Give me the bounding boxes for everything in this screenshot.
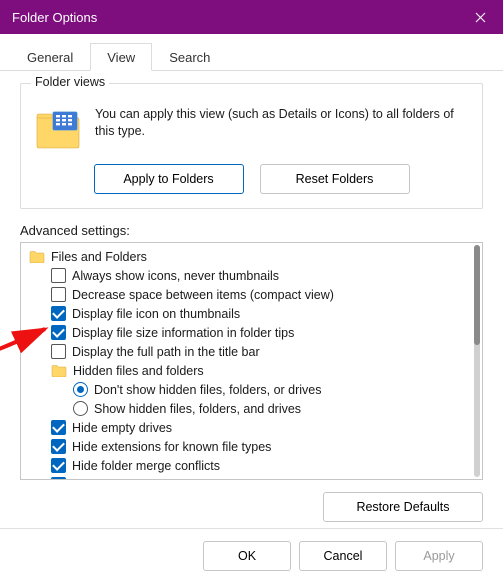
tab-strip: General View Search [0, 42, 503, 71]
hidden-files-node: Hidden files and folders [23, 361, 480, 380]
checkbox-icon [51, 344, 66, 359]
setting-display-file-icon[interactable]: Display file icon on thumbnails [23, 304, 480, 323]
setting-label: Hide extensions for known file types [72, 440, 271, 454]
close-icon [475, 12, 486, 23]
hidden-files-label: Hidden files and folders [73, 364, 204, 378]
tab-general[interactable]: General [10, 43, 90, 71]
setting-label: Hide folder merge conflicts [72, 459, 220, 473]
folder-views-group: Folder views You can apply this view (su… [20, 83, 483, 209]
setting-hide-empty-drives[interactable]: Hide empty drives [23, 418, 480, 437]
checkbox-checked-icon [51, 477, 66, 480]
setting-decrease-space[interactable]: Decrease space between items (compact vi… [23, 285, 480, 304]
setting-label: Display file icon on thumbnails [72, 307, 240, 321]
radio-selected-icon [73, 382, 88, 397]
tab-view[interactable]: View [90, 43, 152, 71]
checkbox-checked-icon [51, 306, 66, 321]
checkbox-icon [51, 268, 66, 283]
dialog-footer: OK Cancel Apply [0, 528, 503, 587]
close-button[interactable] [457, 0, 503, 34]
advanced-settings-label: Advanced settings: [20, 223, 483, 238]
window-title: Folder Options [12, 10, 97, 25]
setting-label: Hide empty drives [72, 421, 172, 435]
folder-views-buttons: Apply to Folders Reset Folders [33, 164, 470, 194]
folder-icon [51, 364, 67, 377]
folder-details-icon [33, 106, 83, 150]
titlebar: Folder Options [0, 0, 503, 34]
scrollbar-thumb[interactable] [474, 245, 480, 345]
setting-hide-folder-merge[interactable]: Hide folder merge conflicts [23, 456, 480, 475]
radio-icon [73, 401, 88, 416]
ok-button[interactable]: OK [203, 541, 291, 571]
setting-label: Show hidden files, folders, and drives [94, 402, 301, 416]
checkbox-checked-icon [51, 458, 66, 473]
reset-folders-button[interactable]: Reset Folders [260, 164, 410, 194]
checkbox-checked-icon [51, 420, 66, 435]
advanced-settings-tree[interactable]: Files and Folders Always show icons, nev… [20, 242, 483, 480]
apply-to-folders-button[interactable]: Apply to Folders [94, 164, 244, 194]
restore-defaults-row: Restore Defaults [20, 492, 483, 522]
apply-button[interactable]: Apply [395, 541, 483, 571]
dialog-body: Folder views You can apply this view (su… [0, 71, 503, 528]
tree-scrollbar[interactable] [474, 245, 480, 477]
files-and-folders-node: Files and Folders [23, 247, 480, 266]
setting-label: Display file size information in folder … [72, 326, 294, 340]
setting-full-path-title-bar[interactable]: Display the full path in the title bar [23, 342, 480, 361]
setting-display-file-size[interactable]: Display file size information in folder … [23, 323, 480, 342]
folder-views-row: You can apply this view (such as Details… [33, 106, 470, 150]
folder-views-text: You can apply this view (such as Details… [95, 106, 470, 150]
checkbox-checked-icon [51, 325, 66, 340]
checkbox-checked-icon [51, 439, 66, 454]
setting-label: Don't show hidden files, folders, or dri… [94, 383, 322, 397]
setting-always-show-icons[interactable]: Always show icons, never thumbnails [23, 266, 480, 285]
radio-show-hidden[interactable]: Show hidden files, folders, and drives [23, 399, 480, 418]
cancel-button[interactable]: Cancel [299, 541, 387, 571]
setting-label: Decrease space between items (compact vi… [72, 288, 334, 302]
files-and-folders-label: Files and Folders [51, 250, 147, 264]
radio-dont-show-hidden[interactable]: Don't show hidden files, folders, or dri… [23, 380, 480, 399]
folder-icon [29, 250, 45, 263]
setting-label: Display the full path in the title bar [72, 345, 260, 359]
setting-label: Hide protected operating system files (R… [72, 478, 374, 481]
folder-views-label: Folder views [31, 75, 109, 89]
folder-options-dialog: Folder Options General View Search Folde… [0, 0, 503, 578]
restore-defaults-button[interactable]: Restore Defaults [323, 492, 483, 522]
setting-hide-extensions[interactable]: Hide extensions for known file types [23, 437, 480, 456]
setting-hide-protected-os-files[interactable]: Hide protected operating system files (R… [23, 475, 480, 480]
tab-search[interactable]: Search [152, 43, 227, 71]
setting-label: Always show icons, never thumbnails [72, 269, 279, 283]
checkbox-icon [51, 287, 66, 302]
